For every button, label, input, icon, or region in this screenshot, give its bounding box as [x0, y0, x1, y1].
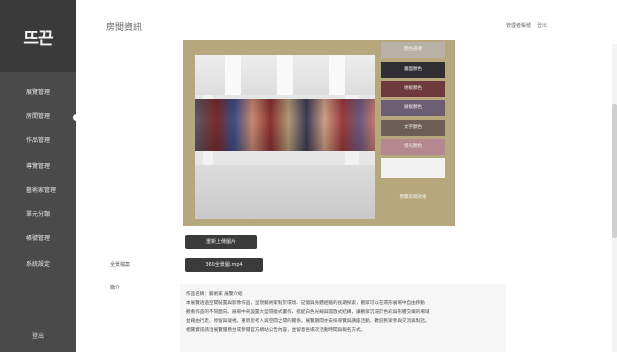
ceiling-light: [225, 55, 241, 95]
file-field-label: 全景檔案: [110, 262, 131, 268]
description-box[interactable]: 作品名稱：藝術家 展覽介紹 本展覽透過空間裝置與影像作品，呈現藝術家對於環境、記…: [180, 284, 506, 352]
sidebar-item-label: 導覽管理: [26, 163, 51, 170]
sidebar-item-label: 單元分類: [26, 211, 51, 218]
description-line: 並藉由行走、停留與凝視，重新思考人與空間之間的關係。展覽期間亦安排導覽與講座活動…: [186, 319, 430, 324]
description-heading: 作品名稱：藝術家 展覽介紹: [186, 292, 243, 297]
logo[interactable]: 뜨끈: [0, 0, 76, 72]
swatch-label: 文字顏色: [404, 125, 422, 130]
swatch-label: 顏色選擇: [404, 47, 422, 52]
sidebar-item-label: 展覽管理: [26, 89, 51, 96]
sidebar-item-label: 作品管理: [26, 137, 51, 144]
sidebar-footer-logout[interactable]: 登出: [0, 331, 76, 340]
sidebar-item-label: 帳號管理: [26, 235, 51, 242]
swatch-floor-color[interactable]: 地板顏色: [381, 81, 445, 97]
swatch-light-color[interactable]: 燈光顏色: [381, 139, 445, 155]
swatch-white[interactable]: [381, 158, 445, 178]
sidebar-item-settings[interactable]: 系統設定: [0, 256, 76, 274]
description-line: 觀看作品的不同面向。展場中央設置大型環繞式畫作，搭配白色光線與開放式結構，讓觀眾…: [186, 310, 430, 315]
sidebar-item-artists[interactable]: 藝術家管理: [0, 182, 76, 200]
panorama-file-button[interactable]: 360全景圖.mp4: [185, 258, 263, 272]
swatch-color-select[interactable]: 顏色選擇: [381, 42, 445, 58]
scrollbar-thumb[interactable]: [612, 104, 617, 238]
sidebar-item-guides[interactable]: 導覽管理: [0, 158, 76, 176]
sidebar-item-exhibitions[interactable]: 展覽管理: [0, 84, 76, 102]
swatch-wall-color[interactable]: 牆面顏色: [381, 62, 445, 78]
ceiling-light: [329, 55, 345, 95]
logo-text: 뜨끈: [23, 28, 53, 49]
swatch-label: 燈光顏色: [404, 144, 422, 149]
reupload-image-button[interactable]: 重新上傳圖片: [185, 235, 257, 249]
sidebar-item-label: 藝術家管理: [26, 187, 57, 194]
description-line: 相關資訊請洽展覽服務台或參閱官方網站公告內容，並留意各場次活動時間與報名方式。: [186, 328, 366, 333]
ceiling-light: [277, 55, 293, 95]
sidebar-item-accounts[interactable]: 帳號管理: [0, 230, 76, 248]
sidebar-item-label: 房間管理: [26, 113, 51, 120]
description-label: 簡介: [110, 285, 121, 291]
sidebar-item-works[interactable]: 作品管理: [0, 132, 76, 150]
user-account-link[interactable]: 管理者帳號: [506, 22, 531, 29]
floor: [195, 165, 375, 219]
swatch-text-color[interactable]: 文字顏色: [381, 120, 445, 136]
swatch-label: 地板顏色: [404, 86, 422, 91]
swatch-board-color[interactable]: 展板顏色: [381, 100, 445, 116]
logout-link[interactable]: 登出: [537, 22, 547, 29]
swatch-label: 牆面顏色: [404, 67, 422, 72]
sidebar: 뜨끈 展覽管理 房間管理 作品管理 導覽管理 藝術家管理 單元分類 帳號管理 系…: [0, 0, 80, 352]
preview-note: 預覽房間效果: [399, 195, 427, 200]
artwork-shade: [195, 99, 375, 151]
description-line: 本展覽透過空間裝置與影像作品，呈現藝術家對於環境、記憶與身體經驗的長期探索，觀眾…: [186, 301, 425, 306]
sidebar-item-rooms[interactable]: 房間管理: [0, 108, 80, 126]
swatch-label: 展板顏色: [404, 105, 422, 110]
sidebar-item-label: 系統設定: [26, 261, 51, 268]
sidebar-item-categories[interactable]: 單元分類: [0, 206, 76, 224]
room-photo: [195, 55, 375, 219]
page-title: 房間資訊: [106, 23, 143, 33]
